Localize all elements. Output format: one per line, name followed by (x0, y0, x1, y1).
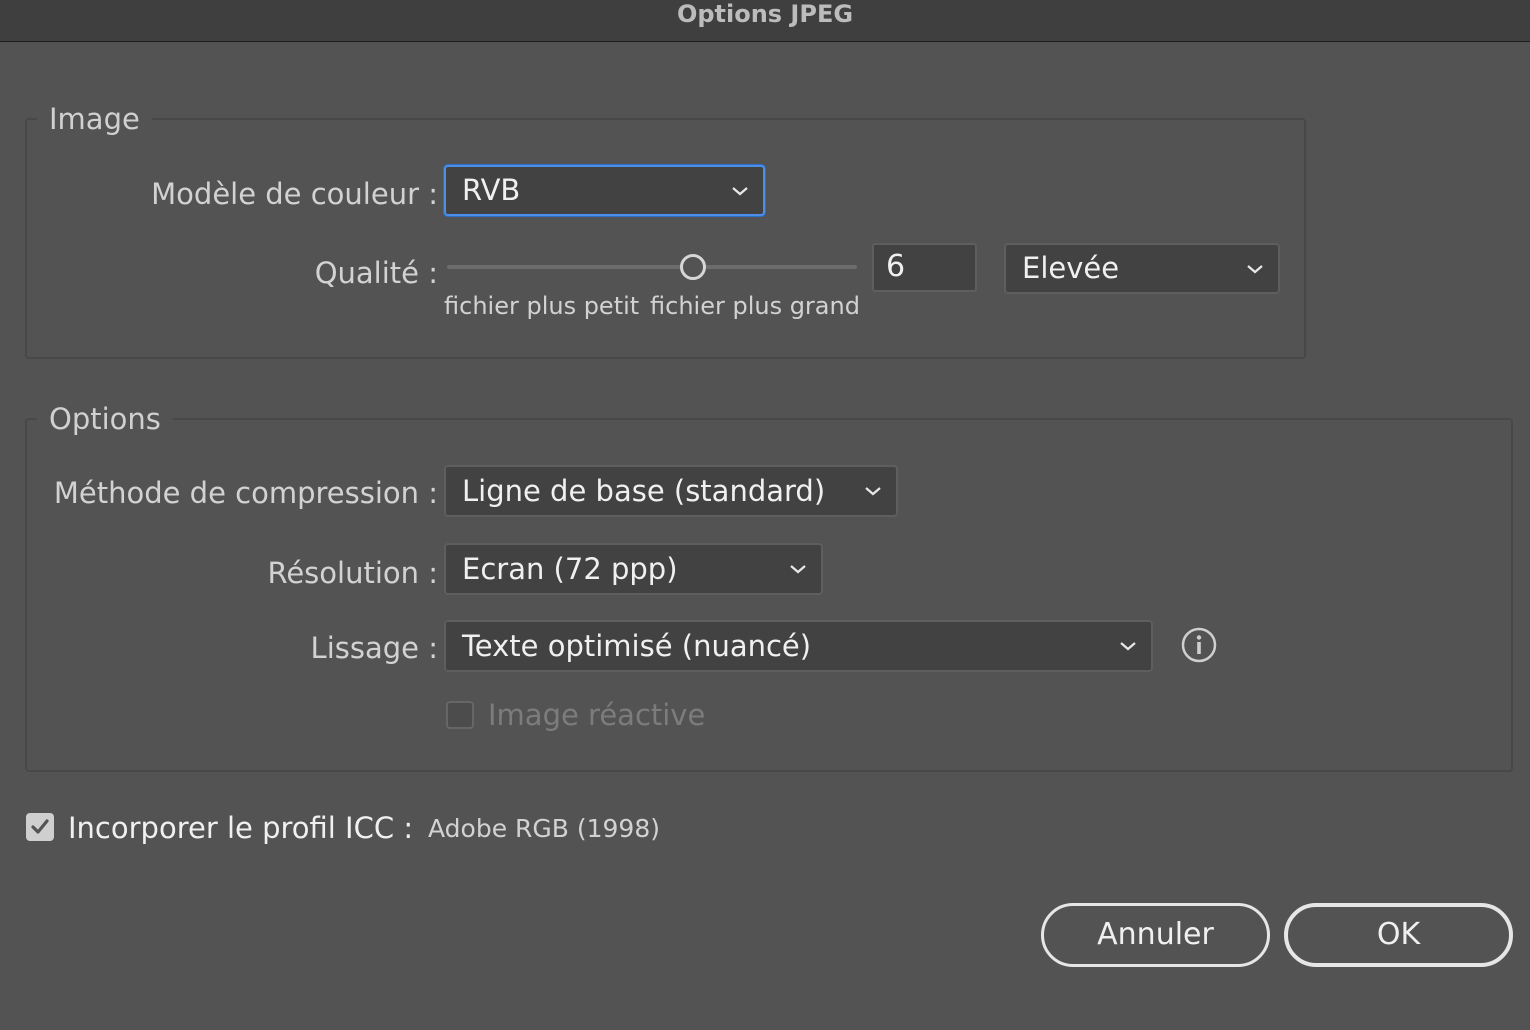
chevron-down-icon (732, 186, 748, 195)
chevron-down-icon (865, 487, 881, 496)
color-model-label: Modèle de couleur : (151, 177, 438, 211)
quality-slider-thumb[interactable] (680, 254, 706, 280)
color-model-value: RVB (462, 173, 521, 207)
quality-slider-track[interactable] (447, 265, 857, 269)
quality-preset-value: Elevée (1022, 251, 1120, 285)
ok-button[interactable]: OK (1284, 903, 1513, 967)
resolution-label: Résolution : (267, 556, 438, 590)
image-map-checkbox[interactable] (446, 701, 474, 729)
compression-select[interactable]: Ligne de base (standard) (444, 465, 898, 517)
antialiasing-label: Lissage : (310, 631, 438, 665)
cancel-button[interactable]: Annuler (1041, 903, 1270, 967)
resolution-select[interactable]: Ecran (72 ppp) (444, 543, 823, 595)
image-group-title: Image (37, 101, 152, 137)
quality-label: Qualité : (314, 256, 438, 290)
antialiasing-value: Texte optimisé (nuancé) (462, 629, 812, 663)
image-group (25, 118, 1306, 359)
checkmark-icon (31, 819, 49, 834)
dialog-title: Options JPEG (676, 0, 854, 28)
icc-label: Incorporer le profil ICC : (68, 811, 414, 845)
color-model-select[interactable]: RVB (444, 165, 765, 216)
resolution-value: Ecran (72 ppp) (462, 552, 678, 586)
chevron-down-icon (1247, 264, 1263, 273)
compression-value: Ligne de base (standard) (462, 474, 826, 508)
quality-value-field[interactable]: 6 (872, 243, 977, 292)
antialiasing-select[interactable]: Texte optimisé (nuancé) (444, 620, 1153, 672)
compression-label: Méthode de compression : (53, 476, 438, 510)
quality-max-label: fichier plus grand (650, 292, 860, 320)
icc-profile-value: Adobe RGB (1998) (428, 814, 660, 843)
image-map-label: Image réactive (488, 698, 706, 732)
quality-preset-select[interactable]: Elevée (1004, 243, 1280, 294)
quality-min-label: fichier plus petit (444, 292, 640, 320)
options-group-title: Options (37, 401, 173, 437)
info-icon[interactable] (1181, 627, 1217, 663)
chevron-down-icon (790, 565, 806, 574)
chevron-down-icon (1120, 642, 1136, 651)
icc-checkbox[interactable] (26, 813, 54, 841)
